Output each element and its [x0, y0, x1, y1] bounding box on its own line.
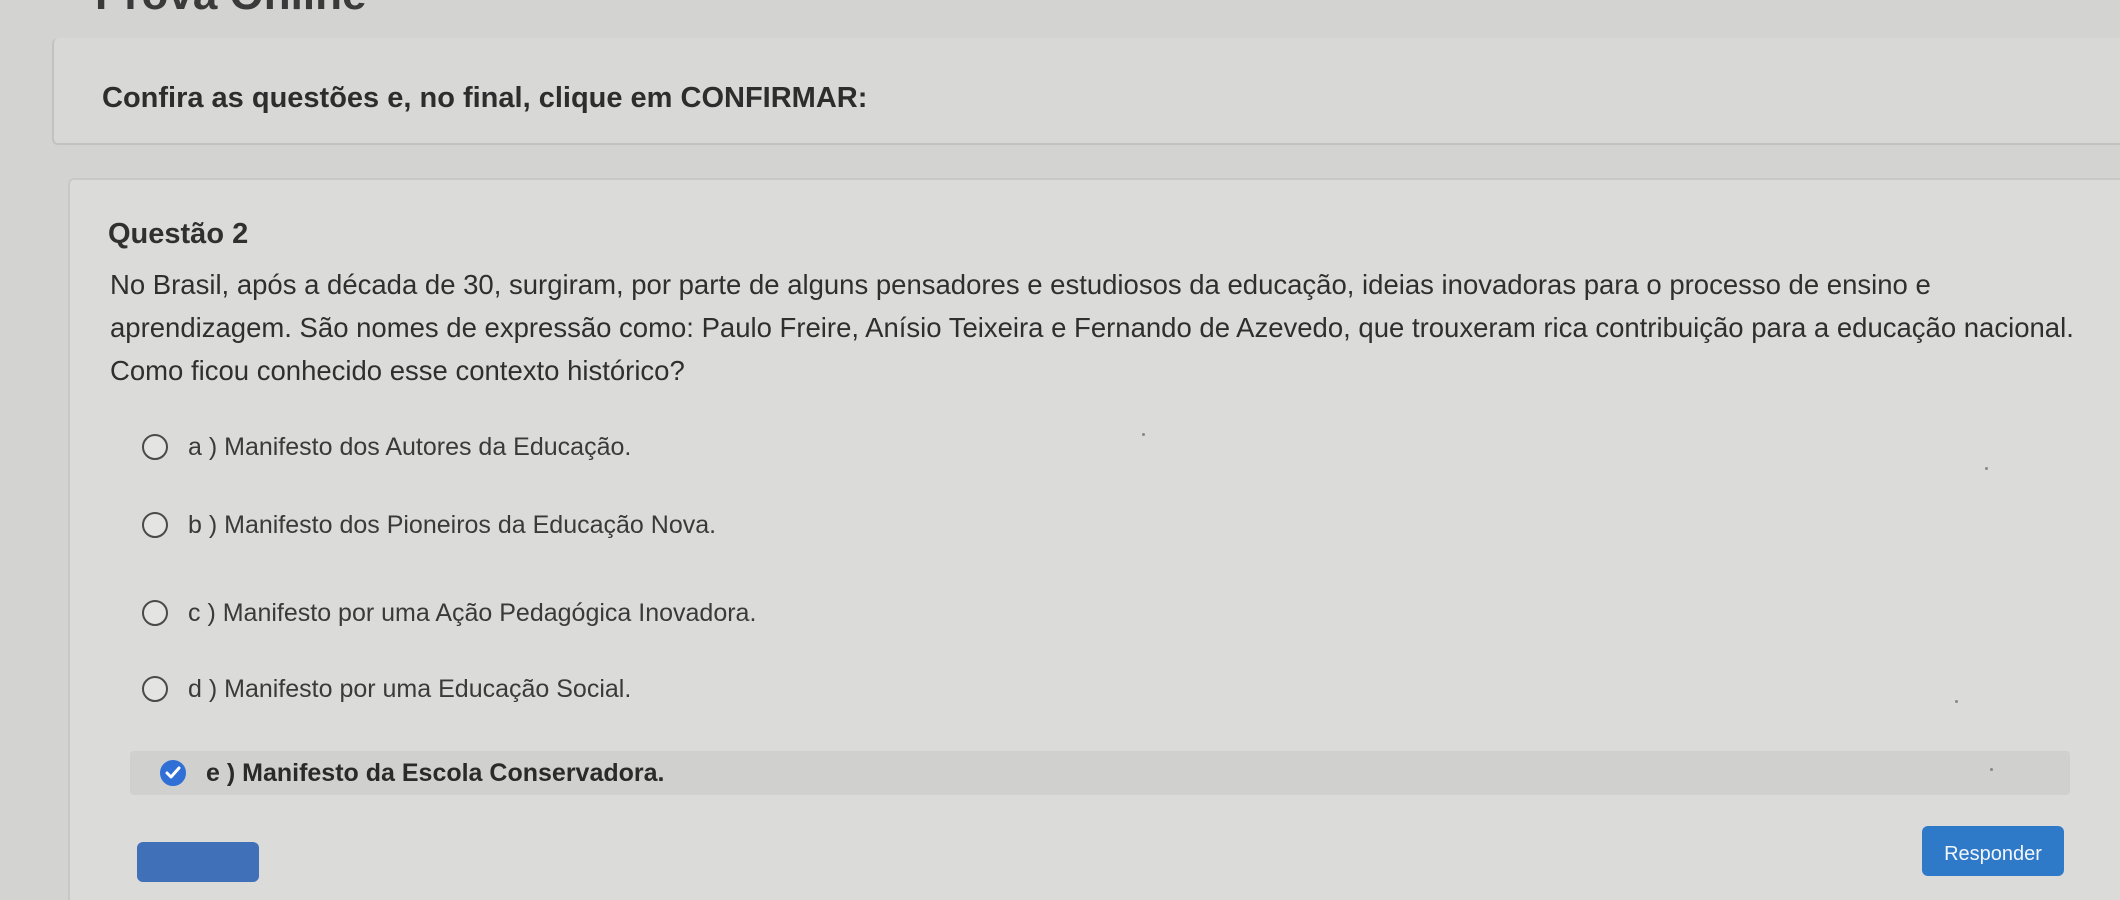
page-title: Prova Online — [95, 0, 366, 20]
radio-button-icon[interactable] — [142, 600, 168, 626]
screen-speck — [1985, 467, 1988, 470]
option-e[interactable]: e ) Manifesto da Escola Conservadora. — [130, 751, 2070, 795]
option-c[interactable]: c ) Manifesto por uma Ação Pedagógica In… — [142, 591, 756, 635]
option-label: b ) Manifesto dos Pioneiros da Educação … — [188, 510, 717, 539]
screen-speck — [1955, 700, 1958, 703]
option-label: a ) Manifesto dos Autores da Educação. — [188, 432, 632, 461]
instructions-text: Confira as questões e, no final, clique … — [102, 82, 868, 114]
back-button[interactable] — [137, 842, 259, 882]
option-label: e ) Manifesto da Escola Conservadora. — [206, 758, 665, 787]
respond-button[interactable]: Responder — [1922, 826, 2064, 876]
question-title: Questão 2 — [108, 218, 249, 250]
radio-button-icon[interactable] — [142, 434, 168, 460]
option-label: c ) Manifesto por uma Ação Pedagógica In… — [188, 598, 757, 627]
option-a[interactable]: a ) Manifesto dos Autores da Educação. — [142, 425, 631, 469]
option-b[interactable]: b ) Manifesto dos Pioneiros da Educação … — [142, 503, 716, 547]
screen-speck — [1990, 768, 1993, 771]
screen-speck — [1142, 433, 1145, 436]
question-text: No Brasil, após a década de 30, surgiram… — [110, 269, 2074, 386]
radio-button-icon[interactable] — [142, 676, 168, 702]
option-d[interactable]: d ) Manifesto por uma Educação Social. — [142, 667, 631, 711]
option-label: d ) Manifesto por uma Educação Social. — [188, 674, 632, 703]
radio-button-icon[interactable] — [142, 512, 168, 538]
radio-checked-icon[interactable] — [160, 760, 186, 786]
